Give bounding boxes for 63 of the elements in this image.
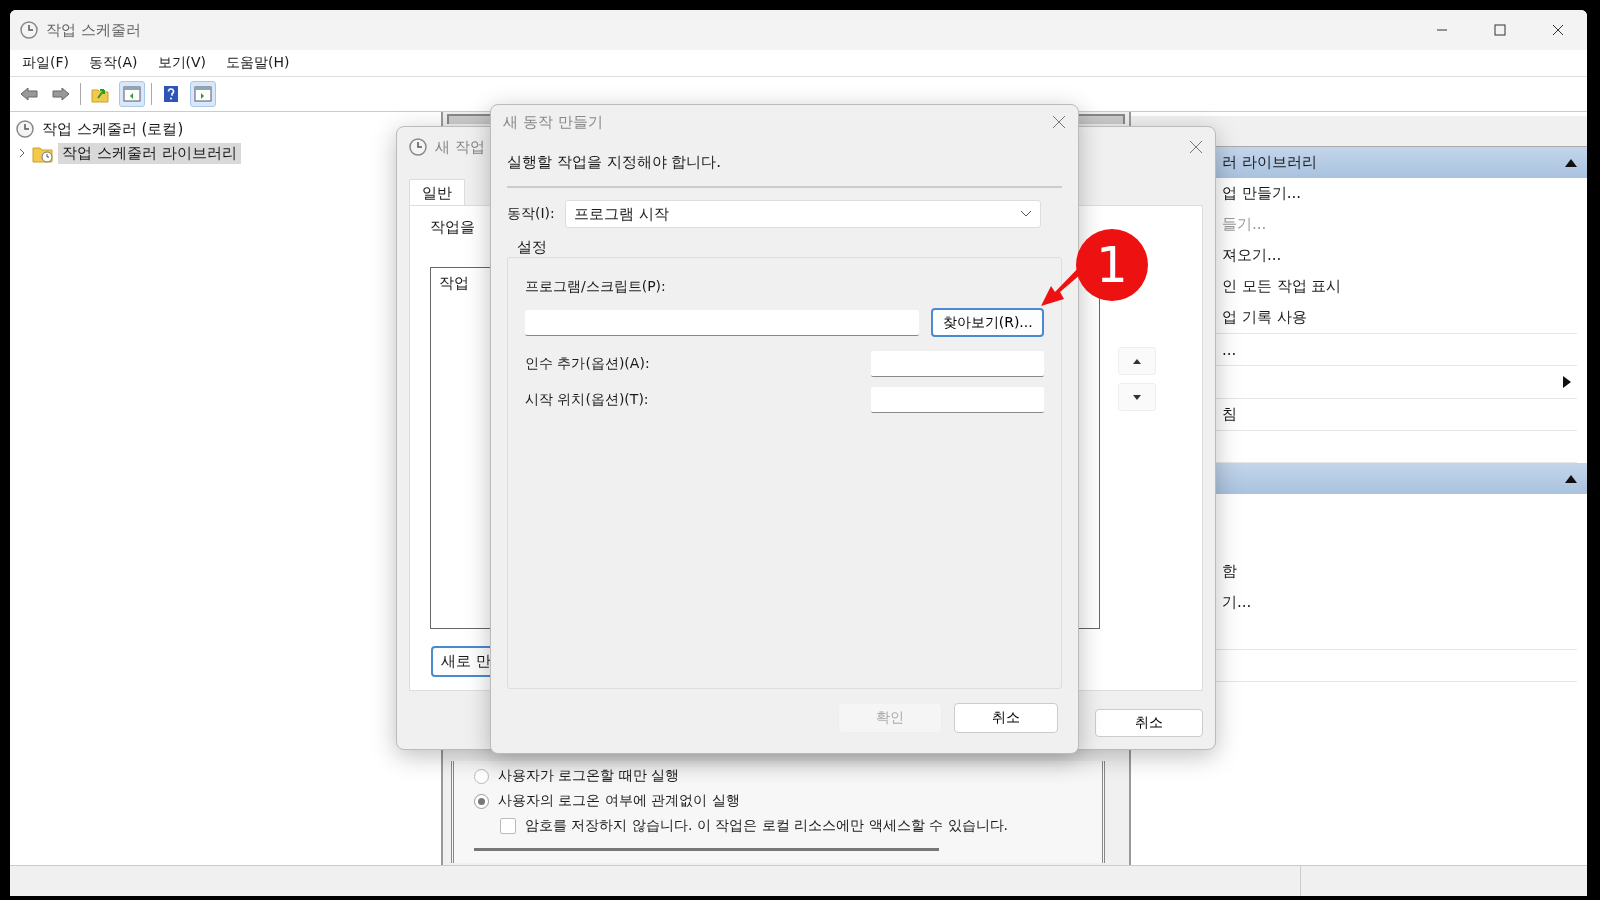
radio-button[interactable]: [474, 793, 489, 809]
close-icon[interactable]: [1052, 115, 1066, 129]
help-icon: [161, 84, 181, 104]
checkbox-label: 암호를 저장하지 않습니다. 이 작업은 로컬 리소스에만 액세스할 수 있습니다.: [525, 817, 1008, 835]
menu-item[interactable]: 파일(F): [22, 54, 69, 72]
radio-label: 사용자의 로그온 여부에 관계없이 실행: [498, 792, 740, 810]
column-header: 작업: [439, 274, 469, 292]
clock-icon: [409, 138, 427, 156]
field-label: 프로그램/스크립트(P):: [525, 278, 667, 296]
action-item[interactable]: 업 만들기...: [1222, 184, 1302, 203]
instruction-text: 실행할 작업을 지정해야 합니다.: [507, 139, 1062, 188]
field-label: 시작 위치(옵션)(T):: [525, 391, 649, 409]
chevron-down-icon: [1019, 210, 1032, 218]
dialog-title: 새 작업: [435, 137, 486, 157]
text-field[interactable]: [871, 351, 1044, 377]
pane-toggle-button[interactable]: [119, 81, 145, 107]
forward-arrow-icon: [51, 84, 71, 104]
scrollbar[interactable]: [474, 848, 939, 851]
text-field[interactable]: [871, 387, 1044, 413]
menu-item[interactable]: 동작(A): [89, 54, 138, 72]
action-item[interactable]: 침: [1222, 405, 1237, 424]
submenu-arrow-icon[interactable]: [1563, 376, 1571, 388]
pane-toggle-icon: [122, 84, 142, 104]
window-title: 작업 스케줄러: [46, 20, 142, 40]
up-arrow-icon: [1133, 358, 1141, 364]
move-down-button[interactable]: [1118, 383, 1156, 411]
pane-toggle-button[interactable]: [190, 81, 216, 107]
cancel-button[interactable]: 취소: [1095, 709, 1203, 737]
menu-item[interactable]: 도움말(H): [226, 54, 290, 72]
move-up-button[interactable]: [1118, 347, 1156, 375]
radio-button[interactable]: [474, 768, 489, 784]
field-label: 인수 추가(옵션)(A):: [525, 355, 650, 373]
clock-icon: [20, 21, 38, 39]
pane-toggle-icon: [193, 84, 213, 104]
description-text: 작업을: [430, 218, 476, 237]
radio-label: 사용자가 로그온할 때만 실행: [498, 767, 680, 785]
tab[interactable]: 일반: [409, 179, 465, 205]
close-icon[interactable]: [1189, 140, 1203, 154]
collapse-icon[interactable]: [1565, 158, 1577, 167]
program-field[interactable]: [525, 309, 920, 336]
action-dropdown[interactable]: 프로그램 시작: [564, 200, 1041, 228]
action-item[interactable]: 인 모든 작업 표시: [1222, 277, 1342, 296]
action-item[interactable]: 져오기...: [1222, 246, 1282, 265]
browse-button[interactable]: 찾아보기(R)...: [931, 308, 1044, 337]
checkbox[interactable]: [500, 818, 516, 834]
action-item[interactable]: 함: [1222, 562, 1237, 581]
collapse-icon[interactable]: [1565, 474, 1577, 483]
group-title: 설정: [517, 238, 548, 257]
tree-item[interactable]: 작업 스케줄러 (로컬): [38, 118, 188, 140]
action-item[interactable]: ...: [1222, 340, 1237, 359]
action-item[interactable]: 업 기록 사용: [1222, 308, 1307, 327]
close-icon: [1552, 24, 1564, 36]
tree-item[interactable]: 작업 스케줄러 라이브러리: [58, 142, 241, 164]
cancel-button[interactable]: 취소: [954, 703, 1058, 733]
back-arrow-icon: [19, 84, 39, 104]
maximize-icon: [1494, 24, 1506, 36]
clock-icon: [16, 120, 34, 138]
down-arrow-icon: [1133, 394, 1141, 400]
section-title: 러 라이브러리: [1222, 153, 1318, 172]
field-label: 동작(I):: [507, 205, 555, 223]
menu-item[interactable]: 보기(V): [157, 54, 206, 72]
dialog-title: 새 동작 만들기: [503, 112, 604, 132]
action-item[interactable]: 기...: [1222, 593, 1252, 612]
